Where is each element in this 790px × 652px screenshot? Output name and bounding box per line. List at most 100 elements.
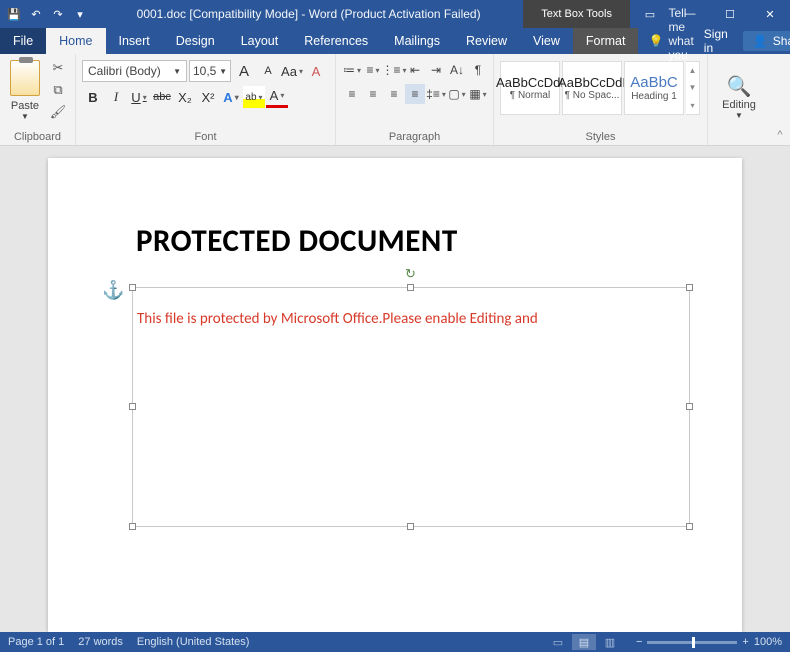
paste-label: Paste: [11, 100, 39, 112]
window-controls: ▭ — ☐ ✕: [630, 0, 790, 28]
group-editing: 🔍 Editing ▼: [708, 54, 770, 145]
tab-file[interactable]: File: [0, 28, 46, 54]
tab-review[interactable]: Review: [453, 28, 520, 54]
zoom-control: − + 100%: [636, 636, 782, 648]
change-case-icon[interactable]: Aa: [281, 60, 303, 82]
shading-icon[interactable]: ▢: [447, 84, 467, 104]
maximize-button[interactable]: ☐: [710, 0, 750, 28]
text-box-selection[interactable]: ↻ This file is protected by Microsoft Of…: [132, 287, 690, 527]
find-icon: 🔍: [727, 74, 752, 99]
font-size-combo[interactable]: 10,5▼: [189, 60, 231, 82]
quick-access-toolbar: 💾 ↶ ↷ ▾: [0, 6, 94, 22]
print-layout-icon[interactable]: ▤: [572, 634, 596, 650]
status-bar: Page 1 of 1 27 words English (United Sta…: [0, 632, 790, 652]
read-mode-icon[interactable]: ▭: [546, 634, 570, 650]
lightbulb-icon: 💡: [648, 34, 663, 48]
resize-handle[interactable]: [129, 403, 136, 410]
tell-me-placeholder: Tell me what you w: [668, 6, 693, 76]
numbering-icon[interactable]: ≡: [363, 60, 383, 80]
zoom-out-button[interactable]: −: [636, 636, 642, 648]
superscript-button[interactable]: X²: [197, 86, 219, 108]
document-heading: PROTECTED DOCUMENT: [136, 222, 684, 260]
rotate-handle-icon[interactable]: ↻: [405, 266, 416, 282]
italic-button[interactable]: I: [105, 86, 127, 108]
redo-icon[interactable]: ↷: [50, 6, 66, 22]
clear-formatting-icon[interactable]: A: [305, 60, 327, 82]
styles-group-label: Styles: [500, 129, 701, 143]
tab-layout[interactable]: Layout: [228, 28, 292, 54]
resize-handle[interactable]: [129, 284, 136, 291]
tab-design[interactable]: Design: [163, 28, 228, 54]
web-layout-icon[interactable]: ▥: [598, 634, 622, 650]
tab-view[interactable]: View: [520, 28, 573, 54]
justify-icon[interactable]: ≡: [405, 84, 425, 104]
resize-handle[interactable]: [129, 523, 136, 530]
save-icon[interactable]: 💾: [6, 6, 22, 22]
resize-handle[interactable]: [686, 403, 693, 410]
line-spacing-icon[interactable]: ‡≡: [426, 84, 446, 104]
show-marks-icon[interactable]: ¶: [468, 60, 488, 80]
align-center-icon[interactable]: ≡: [363, 84, 383, 104]
align-right-icon[interactable]: ≡: [384, 84, 404, 104]
style-normal[interactable]: AaBbCcDdI ¶ Normal: [500, 61, 560, 115]
font-name-combo[interactable]: Calibri (Body)▼: [82, 60, 187, 82]
tab-home[interactable]: Home: [46, 28, 105, 54]
zoom-percent[interactable]: 100%: [754, 636, 782, 648]
font-color-icon[interactable]: A: [266, 86, 288, 108]
page-number-status[interactable]: Page 1 of 1: [8, 636, 64, 648]
shrink-font-icon[interactable]: A: [257, 60, 279, 82]
highlight-icon[interactable]: ab: [243, 86, 265, 108]
strikethrough-button[interactable]: abc: [151, 86, 173, 108]
qat-customize-icon[interactable]: ▾: [72, 6, 88, 22]
close-button[interactable]: ✕: [750, 0, 790, 28]
tab-mailings[interactable]: Mailings: [381, 28, 453, 54]
contextual-tab-title: Text Box Tools: [523, 0, 630, 28]
zoom-slider[interactable]: [647, 641, 737, 644]
sign-in-button[interactable]: Sign in: [694, 28, 738, 54]
copy-icon[interactable]: ⧉: [48, 82, 68, 98]
zoom-in-button[interactable]: +: [742, 636, 748, 648]
grow-font-icon[interactable]: A: [233, 60, 255, 82]
anchor-icon: ⚓: [102, 280, 124, 301]
undo-icon[interactable]: ↶: [28, 6, 44, 22]
tell-me-search[interactable]: 💡 Tell me what you w: [638, 28, 693, 54]
ribbon-display-icon[interactable]: ▭: [630, 0, 670, 28]
style-no-spacing[interactable]: AaBbCcDdI ¶ No Spac...: [562, 61, 622, 115]
share-button[interactable]: 👤 Share: [743, 31, 790, 51]
sort-icon[interactable]: A↓: [447, 60, 467, 80]
tab-insert[interactable]: Insert: [106, 28, 163, 54]
tab-references[interactable]: References: [291, 28, 381, 54]
share-label: Share: [773, 34, 790, 48]
group-paragraph: ≔ ≡ ⋮≡ ⇤ ⇥ A↓ ¶ ≡ ≡ ≡ ≡ ‡≡ ▢ ▦: [336, 54, 494, 145]
text-effects-icon[interactable]: A: [220, 86, 242, 108]
underline-button[interactable]: U: [128, 86, 150, 108]
resize-handle[interactable]: [686, 523, 693, 530]
paste-button[interactable]: Paste ▼: [6, 58, 44, 121]
bold-button[interactable]: B: [82, 86, 104, 108]
subscript-button[interactable]: X₂: [174, 86, 196, 108]
bullets-icon[interactable]: ≔: [342, 60, 362, 80]
language-status[interactable]: English (United States): [137, 636, 250, 648]
resize-handle[interactable]: [407, 284, 414, 291]
document-area[interactable]: PCrisk.com ⚓ PROTECTED DOCUMENT ↻ This f…: [0, 146, 790, 632]
ribbon-tabs: File Home Insert Design Layout Reference…: [0, 28, 790, 54]
align-left-icon[interactable]: ≡: [342, 84, 362, 104]
group-clipboard: Paste ▼ ✂ ⧉ 🖌 Clipboard: [0, 54, 76, 145]
clipboard-icon: [10, 60, 40, 96]
font-group-label: Font: [82, 129, 329, 143]
format-painter-icon[interactable]: 🖌: [48, 104, 68, 120]
collapse-ribbon-icon[interactable]: ^: [770, 54, 790, 145]
tab-format[interactable]: Format: [573, 28, 639, 54]
paragraph-group-label: Paragraph: [342, 129, 487, 143]
decrease-indent-icon[interactable]: ⇤: [405, 60, 425, 80]
resize-handle[interactable]: [407, 523, 414, 530]
multilevel-list-icon[interactable]: ⋮≡: [384, 60, 404, 80]
editing-label: Editing: [722, 99, 756, 111]
cut-icon[interactable]: ✂: [48, 60, 68, 76]
resize-handle[interactable]: [686, 284, 693, 291]
increase-indent-icon[interactable]: ⇥: [426, 60, 446, 80]
borders-icon[interactable]: ▦: [468, 84, 488, 104]
editing-button[interactable]: 🔍 Editing ▼: [714, 58, 764, 129]
word-count-status[interactable]: 27 words: [78, 636, 123, 648]
document-page[interactable]: ⚓ PROTECTED DOCUMENT ↻ This file is prot…: [48, 158, 742, 632]
